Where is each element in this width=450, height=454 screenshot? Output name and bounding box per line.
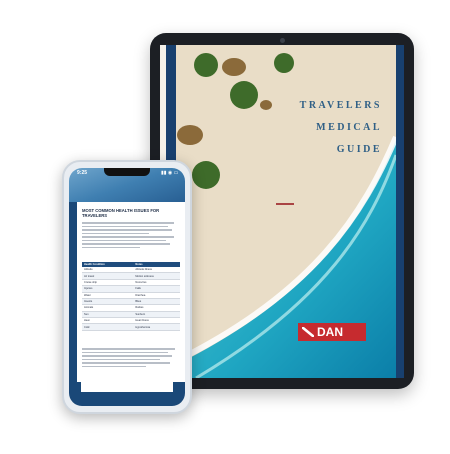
cover-title-line: MEDICAL: [316, 122, 382, 133]
article-body-text: [82, 220, 178, 250]
cover-title-line: TRAVELERS: [299, 100, 382, 111]
dan-logo: DAN: [298, 323, 366, 341]
cover-right-band: [396, 45, 404, 378]
phone-footer-page: [81, 382, 173, 392]
table-cell: Cold: [82, 323, 134, 331]
phone-notch: [104, 168, 150, 176]
cover-title: TRAVELERS MEDICAL GUIDE: [282, 95, 382, 161]
phone-left-band: [69, 202, 77, 382]
article-heading: MOST COMMON HEALTH ISSUES FOR TRAVELERS: [82, 208, 160, 218]
phone-device: 9:25 ▮▮ ◉ ▭ MOST COMMON HEALTH ISSUES FO…: [62, 160, 192, 414]
dan-flag-icon: [302, 327, 314, 337]
phone-screen: 9:25 ▮▮ ◉ ▭ MOST COMMON HEALTH ISSUES FO…: [69, 168, 185, 406]
tablet-screen: TRAVELERS MEDICAL GUIDE DAN: [160, 45, 404, 378]
status-time: 9:25: [77, 170, 88, 176]
health-conditions-table: Health Condition Notes Altitude Altitude …: [82, 262, 180, 331]
cover-title-line: GUIDE: [336, 144, 382, 155]
status-icons: ▮▮ ◉ ▭: [161, 170, 179, 176]
table-row: Cold Hypothermia: [82, 323, 180, 331]
dan-logo-text: DAN: [317, 325, 343, 339]
table-cell: Hypothermia: [133, 323, 180, 331]
article-footer-text: [82, 346, 180, 369]
tablet-camera: [280, 38, 285, 43]
